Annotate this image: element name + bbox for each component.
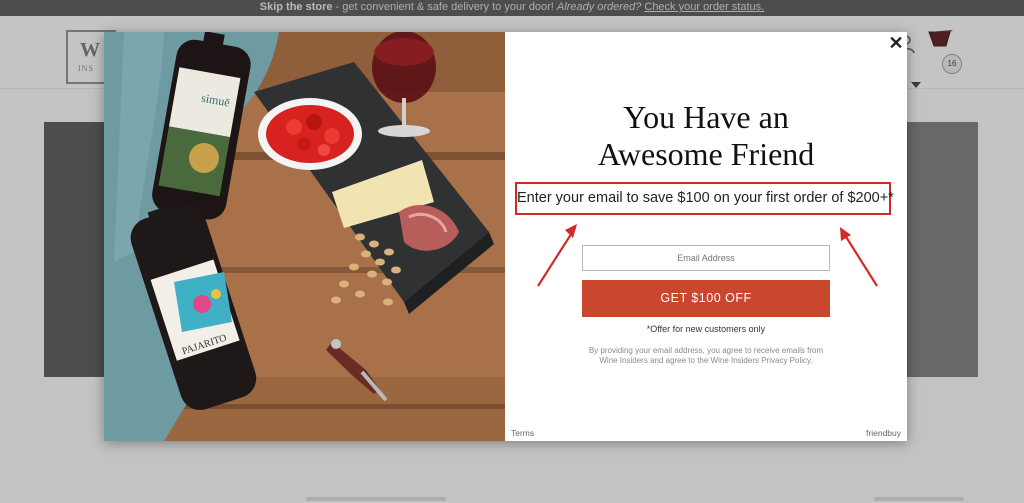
annotation-arrows (537, 224, 878, 287)
offer-note: *Offer for new customers only (646, 324, 766, 334)
arrow-icon (537, 224, 577, 287)
terms-link[interactable]: Terms (511, 428, 534, 438)
wine-photo: simuē PAJARITO (104, 32, 505, 441)
get-100-off-button[interactable]: GET $100 OFF (582, 280, 830, 317)
wine-table-illustration: simuē PAJARITO (104, 32, 505, 441)
friendbuy-credit: friendbuy (866, 428, 901, 438)
referral-modal: simuē PAJARITO ✕ You Have an Awesome Fri… (104, 32, 907, 441)
email-field[interactable] (582, 245, 830, 271)
legal-disclaimer: By providing your email address, you agr… (588, 346, 824, 365)
referral-panel: ✕ You Have an Awesome Friend Enter your … (505, 32, 907, 441)
arrow-icon (840, 227, 878, 287)
